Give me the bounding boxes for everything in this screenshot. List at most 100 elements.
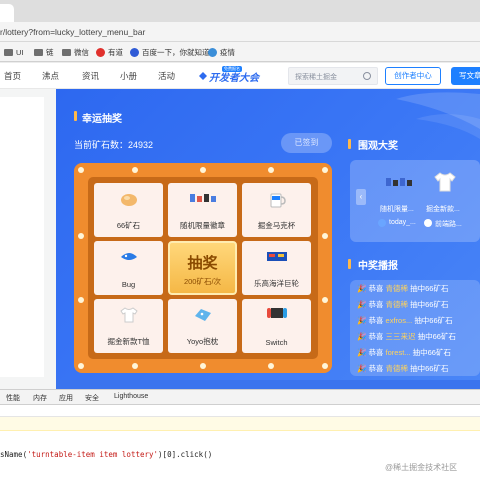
devtools-tab-memory[interactable]: 内存: [33, 393, 47, 403]
bookmark-label: 疫情: [220, 47, 235, 57]
creator-center-button[interactable]: 创作者中心: [385, 67, 441, 85]
prize-lego-ship[interactable]: 乐高海洋巨轮: [242, 241, 311, 295]
avatar: [378, 219, 386, 227]
entry-prefix: 恭喜: [368, 348, 384, 357]
folder-icon: [4, 48, 13, 56]
prize-label: Yoyo抱枕: [186, 337, 219, 346]
devtools-toolbar: [0, 405, 480, 417]
board-light: [200, 167, 206, 173]
broadcast-entry: 🎉 恭喜 exfros... 抽中66矿石: [357, 316, 453, 325]
prize-ore[interactable]: 66矿石: [94, 183, 163, 237]
search-icon[interactable]: [363, 72, 371, 80]
broadcast-entry: 🎉 恭喜 青德稀 抽中66矿石: [357, 300, 449, 309]
entry-user: 青德稀: [385, 300, 409, 309]
search-placeholder: 探索稀土掘金: [295, 74, 337, 81]
spectate-user: today_...: [389, 219, 416, 226]
devtools-tab-security[interactable]: 安全: [85, 393, 99, 403]
logo-icon: [199, 72, 207, 80]
address-bar[interactable]: r/lottery?from=lucky_lottery_menu_bar: [0, 22, 480, 42]
broadcast-entry: 🎉 恭喜 青德稀 抽中66矿石: [357, 364, 449, 373]
url-text[interactable]: r/lottery?from=lucky_lottery_menu_bar: [0, 27, 145, 37]
prize-label: Switch: [265, 338, 288, 347]
board-light: [268, 167, 274, 173]
switch-icon: [266, 308, 287, 318]
nav-events[interactable]: 活动: [158, 70, 175, 82]
prize-bug[interactable]: Bug: [94, 241, 163, 295]
bookmark-youdao[interactable]: 有道: [96, 46, 123, 58]
prize-mug[interactable]: 掘金马克杯: [242, 183, 311, 237]
bookmark-label: 百度一下，你就知道: [142, 47, 210, 57]
baidu-icon: [130, 47, 139, 57]
active-tab[interactable]: [0, 4, 14, 22]
broadcast-title: 中奖播报: [358, 261, 398, 272]
bookmark-wechat[interactable]: 微信: [62, 46, 89, 58]
entry-text: 抽中66矿石: [410, 364, 449, 373]
entry-text: 抽中66矿石: [417, 332, 456, 341]
site-header: 首页 沸点 资讯 小册 活动 开发者大会 免费报名 探索稀土掘金 创作者中心 写…: [0, 63, 480, 89]
board-light: [78, 233, 84, 239]
board-light: [322, 363, 328, 369]
entry-prefix: 恭喜: [368, 332, 384, 341]
signed-in-button[interactable]: 已签到: [281, 133, 332, 153]
lottery-title: 幸运抽奖: [82, 114, 122, 125]
browser-chrome: r/lottery?from=lucky_lottery_menu_bar UI…: [0, 0, 480, 63]
search-input[interactable]: 探索稀土掘金: [288, 67, 378, 85]
bookmark-ui[interactable]: UI: [4, 46, 24, 58]
code-string: 'turntable-item item lottery': [27, 450, 159, 459]
nav-home[interactable]: 首页: [4, 70, 21, 82]
bookmark-epidemic[interactable]: 疫情: [208, 46, 235, 58]
turntable-grid: 66矿石 随机限量徽章 掘金马克杯 Bug 抽奖 200矿石/次 乐高海洋巨轮: [88, 177, 318, 359]
devtools-tab-application[interactable]: 应用: [59, 393, 73, 403]
board-light: [268, 363, 274, 369]
board-light: [322, 233, 328, 239]
spectate-user: 前端路...: [435, 221, 462, 228]
board-light: [132, 167, 138, 173]
draw-button[interactable]: 抽奖 200矿石/次: [168, 241, 237, 295]
devtools-tab-lighthouse[interactable]: Lighthouse: [114, 393, 148, 400]
draw-label: 抽奖: [187, 255, 218, 272]
entry-text: 抽中66矿石: [414, 316, 453, 325]
decorative-wave-icon: [396, 92, 480, 139]
draw-cost: 200矿石/次: [183, 277, 222, 286]
write-article-button[interactable]: 写文章: [451, 67, 480, 85]
entry-user: forest...: [385, 348, 411, 357]
entry-text: 抽中66矿石: [410, 284, 449, 293]
spectate-item-label: 随机限量...: [380, 206, 414, 213]
bookmark-label: 链: [46, 47, 54, 57]
console-input[interactable]: sName('turntable-item item lottery')[0].…: [0, 450, 212, 459]
prize-pillow[interactable]: Yoyo抱枕: [168, 299, 237, 353]
entry-prefix: 恭喜: [368, 316, 384, 325]
entry-text: 抽中66矿石: [410, 300, 449, 309]
bookmark-baidu[interactable]: 百度一下，你就知道: [130, 46, 210, 58]
spectate-title: 围观大奖: [358, 141, 398, 152]
entry-user: exfros...: [385, 316, 413, 325]
entry-prefix: 恭喜: [368, 364, 384, 373]
watermark: @稀土掘金技术社区: [385, 463, 458, 472]
pillow-icon: [194, 309, 211, 321]
devtools-tab-performance[interactable]: 性能: [6, 393, 20, 403]
spectate-item-label: 掘金新款...: [426, 206, 460, 213]
nav-books[interactable]: 小册: [120, 70, 137, 82]
code-prefix: sName(: [0, 450, 28, 459]
prize-badge[interactable]: 随机限量徽章: [168, 183, 237, 237]
prize-switch[interactable]: Switch: [242, 299, 311, 353]
bookmark-label: 微信: [74, 47, 89, 57]
entry-user: 三三来迟: [385, 332, 416, 341]
tab-strip: [0, 0, 480, 22]
nav-pins[interactable]: 沸点: [42, 70, 59, 82]
bookmark-chain[interactable]: 链: [34, 46, 54, 58]
broadcast-entry: 🎉 恭喜 三三来迟 抽中66矿石: [357, 332, 456, 341]
entry-user: 青德稀: [385, 284, 409, 293]
broadcast-entry: 🎉 恭喜 青德稀 抽中66矿石: [357, 284, 449, 293]
chevron-left-icon[interactable]: ‹: [356, 189, 366, 205]
screenshot-root: r/lottery?from=lucky_lottery_menu_bar UI…: [0, 0, 480, 480]
avatar: [424, 219, 432, 227]
dev-conference-logo[interactable]: 开发者大会 免费报名: [198, 66, 259, 84]
prize-label: Bug: [121, 280, 136, 289]
code-suffix: )[0].click(): [158, 450, 213, 459]
board-light: [132, 363, 138, 369]
board-light: [78, 297, 84, 303]
ore-icon: [120, 194, 137, 206]
prize-tshirt[interactable]: 掘金新款T恤: [94, 299, 163, 353]
nav-news[interactable]: 资讯: [82, 70, 99, 82]
